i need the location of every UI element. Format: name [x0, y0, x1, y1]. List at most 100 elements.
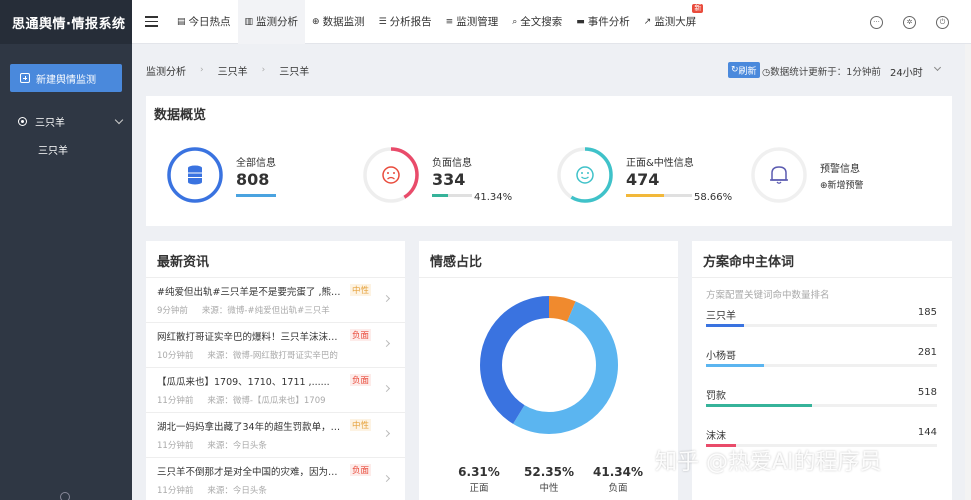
sentiment-tag: 负面: [350, 464, 372, 476]
help-icon[interactable]: [60, 492, 70, 500]
news-title: 网红散打哥证实辛巴的爆料！三只羊沫沫被抓......: [157, 332, 347, 343]
news-title: #纯爱但出轨#三只羊是不是要完蛋了 ,熊大熊......: [157, 287, 347, 298]
chevron-down-icon[interactable]: [933, 63, 942, 72]
news-meta: 11分钟前 来源：今日头条: [157, 439, 405, 451]
legend-negative-percent: 41.34%: [593, 465, 643, 479]
keyword-row[interactable]: 小杨哥 281: [706, 347, 937, 377]
time-range-select[interactable]: 24小时: [890, 64, 923, 79]
refresh-button[interactable]: ↻ 刷新: [728, 62, 760, 78]
keyword-bar: [706, 364, 764, 367]
news-time: 10分钟前: [157, 351, 194, 361]
nav-fulltext-search[interactable]: ⌕ 全文搜索: [505, 0, 569, 44]
card-icon: ▬: [576, 16, 585, 27]
kpi-negative[interactable]: 负面信息 334 41.34%: [362, 140, 542, 210]
menu-toggle-icon[interactable]: [132, 0, 170, 44]
kpi-positive[interactable]: 正面&中性信息 474 58.66%: [556, 140, 756, 210]
nav-label: 今日热点: [188, 16, 231, 28]
sentiment-tag: 中性: [350, 284, 372, 296]
news-meta: 9分钟前 来源：微博-#纯爱但出轨#三只羊: [157, 304, 405, 316]
scrollbar[interactable]: [965, 44, 971, 500]
nav-monitor-analysis[interactable]: ▥ 监测分析: [237, 0, 306, 44]
plus-circle-icon: ⊕: [820, 181, 828, 191]
message-icon[interactable]: ···: [870, 15, 883, 29]
news-meta: 11分钟前 来源：今日头条: [157, 484, 405, 496]
bar-chart-icon: ▥: [244, 16, 254, 27]
nav-label: 全文搜索: [520, 16, 563, 28]
news-source: 来源：微博-【瓜瓜来也】1709: [207, 396, 326, 406]
kpi-total-label: 全部信息: [236, 158, 276, 169]
keyword-row[interactable]: 三只羊 185: [706, 307, 937, 337]
keyword-name: 罚款: [706, 391, 726, 402]
news-meta: 10分钟前 来源：微博-网红散打哥证实辛巴的: [157, 349, 405, 361]
kpi-negative-percent: 41.34%: [474, 192, 513, 203]
new-monitor-label: 新建舆情监测: [36, 74, 96, 86]
keywords-panel-title: 方案命中主体词: [692, 241, 952, 278]
news-item[interactable]: 三只羊不倒那才是对全中国的灾难，因为其他...... 11分钟前 来源：今日头条 …: [146, 458, 405, 500]
breadcrumb-item[interactable]: 三只羊: [218, 63, 248, 78]
keyword-row[interactable]: 罚款 518: [706, 387, 937, 417]
target-icon: [18, 116, 27, 126]
smile-face-ring-icon: [557, 147, 613, 203]
chevron-right-icon: [382, 294, 391, 303]
news-time: 11分钟前: [157, 396, 194, 406]
nav-data-monitor[interactable]: ⊕ 数据监测: [305, 0, 372, 44]
news-meta: 11分钟前 来源：微博-【瓜瓜来也】1709: [157, 394, 405, 406]
add-alert-link[interactable]: ⊕新增预警: [820, 178, 864, 191]
keywords-caption: 方案配置关键词命中数量排名: [706, 290, 830, 301]
kpi-positive-percent: 58.66%: [694, 192, 733, 203]
legend-positive-name: 正面: [469, 483, 489, 494]
news-item[interactable]: #纯爱但出轨#三只羊是不是要完蛋了 ,熊大熊...... 9分钟前 来源：微博-#…: [146, 278, 405, 323]
keyword-bar-track: [706, 364, 937, 367]
sentiment-tag: 负面: [350, 329, 372, 341]
list-icon: ☰: [378, 16, 387, 27]
newspaper-icon: ▤: [177, 16, 186, 27]
chevron-right-icon: [382, 429, 391, 438]
nav-monitor-screen[interactable]: ↗ 监测大屏 新: [637, 0, 704, 44]
top-right-tools: ··· ✲ ⏻: [870, 0, 971, 44]
gear-icon[interactable]: ✲: [903, 15, 916, 29]
kpi-total[interactable]: 全部信息 808: [166, 140, 346, 210]
kpi-alert[interactable]: 预警信息 ⊕新增预警: [750, 140, 930, 210]
nav-label: 监测管理: [456, 16, 499, 28]
nav-label: 监测分析: [256, 16, 299, 28]
legend-negative: 41.34% 负面: [588, 465, 648, 494]
nav-event-analysis[interactable]: ▬ 事件分析: [569, 0, 637, 44]
news-source: 来源：微博-网红散打哥证实辛巴的: [207, 351, 338, 361]
breadcrumb-item[interactable]: 监测分析: [146, 63, 186, 78]
chevron-right-icon: [382, 474, 391, 483]
sidebar-group-label: 三只羊: [35, 117, 65, 129]
legend-positive-percent: 6.31%: [458, 465, 500, 479]
keyword-bar: [706, 404, 813, 407]
news-source: 来源：今日头条: [207, 486, 267, 496]
sidebar-group-sanzhiyang[interactable]: 三只羊: [0, 110, 132, 132]
sidebar-item-sanzhiyang[interactable]: 三只羊: [38, 142, 68, 157]
bell-ring-icon: [751, 147, 807, 203]
keyword-name: 沫沫: [706, 431, 726, 442]
sub-header: 监测分析 › 三只羊 › 三只羊 ↻ 刷新 ◷数据统计更新于：1分钟前 24小时: [132, 58, 971, 82]
news-item[interactable]: 【瓜瓜来也】1709、1710、1711 ,...... 11分钟前 来源：微博-…: [146, 368, 405, 413]
keyword-count: 185: [917, 307, 937, 318]
nav-monitor-manage[interactable]: ≡ 监测管理: [439, 0, 506, 44]
keyword-count: 144: [917, 427, 937, 438]
keyword-name: 三只羊: [706, 311, 736, 322]
nav-analysis-report[interactable]: ☰ 分析报告: [372, 0, 439, 44]
news-time: 9分钟前: [157, 306, 188, 316]
kpi-positive-bar: [626, 194, 692, 197]
news-title: 湖北一妈妈拿出藏了34年的超生罚款单，拍......: [157, 422, 347, 433]
news-source: 来源：今日头条: [207, 441, 267, 451]
update-status-text: 数据统计更新于：1分钟前: [770, 67, 881, 78]
new-monitor-button[interactable]: 新建舆情监测: [10, 64, 122, 92]
keyword-bar-track: [706, 404, 937, 407]
sentiment-donut-chart[interactable]: [479, 295, 619, 435]
chevron-down-icon: [114, 115, 124, 125]
news-item[interactable]: 湖北一妈妈拿出藏了34年的超生罚款单，拍...... 11分钟前 来源：今日头条 …: [146, 413, 405, 458]
power-icon[interactable]: ⏻: [936, 15, 949, 29]
legend-positive: 6.31% 正面: [449, 465, 509, 494]
news-time: 11分钟前: [157, 486, 194, 496]
legend-neutral: 52.35% 中性: [519, 465, 579, 494]
news-item[interactable]: 网红散打哥证实辛巴的爆料！三只羊沫沫被抓...... 10分钟前 来源：微博-网红…: [146, 323, 405, 368]
legend-negative-name: 负面: [608, 483, 628, 494]
news-time: 11分钟前: [157, 441, 194, 451]
nav-today-hot[interactable]: ▤ 今日热点: [170, 0, 238, 44]
legend-neutral-percent: 52.35%: [524, 465, 574, 479]
